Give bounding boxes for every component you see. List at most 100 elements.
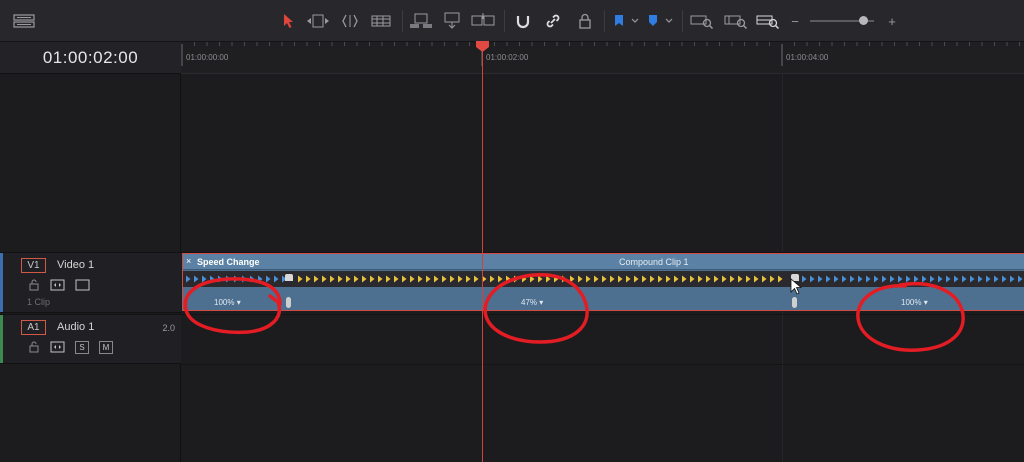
speed-arrow [578, 275, 583, 283]
speed-arrow [658, 275, 663, 283]
speed-arrow [450, 275, 455, 283]
zoom-out-button[interactable]: − [789, 11, 801, 31]
speed-arrow [706, 275, 711, 283]
speed-change-strip[interactable] [183, 271, 1024, 287]
speed-arrow [490, 275, 495, 283]
speed-arrow [562, 275, 567, 283]
speed-arrow [426, 275, 431, 283]
track-name-audio[interactable]: Audio 1 [57, 321, 94, 333]
zoom-in-button[interactable]: + [886, 11, 898, 31]
speed-arrow [938, 275, 943, 283]
speed-arrow [946, 275, 951, 283]
speed-point-pin[interactable] [286, 297, 291, 308]
speed-arrow [202, 275, 207, 283]
speed-arrow [618, 275, 623, 283]
playhead-line[interactable] [482, 42, 483, 462]
auto-track-select-icon[interactable] [50, 341, 65, 353]
speed-arrow [930, 275, 935, 283]
track-tag-v1[interactable]: V1 [21, 258, 46, 273]
speed-arrow [810, 275, 815, 283]
speed-arrow [962, 275, 967, 283]
track-tag-a1[interactable]: A1 [21, 320, 46, 335]
speed-arrow [746, 275, 751, 283]
speed-arrow [498, 275, 503, 283]
speed-arrow [370, 275, 375, 283]
speed-arrow [186, 275, 191, 283]
marker-icon[interactable] [646, 11, 676, 31]
zoom-detail-icon[interactable] [724, 11, 748, 31]
speed-arrow [642, 275, 647, 283]
speed-arrow [386, 275, 391, 283]
speed-arrow [722, 275, 727, 283]
speed-arrow [466, 275, 471, 283]
speed-arrow [410, 275, 415, 283]
speed-change-badge: Speed Change [197, 257, 260, 267]
lock-icon[interactable] [28, 279, 40, 291]
mute-button[interactable]: M [99, 340, 113, 354]
speed-value-3[interactable]: 100% ▾ [901, 298, 928, 307]
speed-arrow [666, 275, 671, 283]
overwrite-clip-icon[interactable] [441, 11, 463, 31]
timeline-ruler[interactable]: 01:00:00:00 01:00:02:00 01:00:04:00 [181, 42, 1024, 74]
speed-arrow [850, 275, 855, 283]
speed-arrow [298, 275, 303, 283]
ruler-label: 01:00:04:00 [786, 53, 829, 62]
zoom-slider-handle[interactable] [859, 16, 868, 25]
ruler-ticks [181, 42, 1020, 66]
speed-value-2[interactable]: 47% ▾ [521, 298, 543, 307]
speed-arrow [1010, 275, 1015, 283]
replace-clip-icon[interactable] [471, 11, 495, 31]
flag-icon[interactable] [612, 11, 642, 31]
speed-arrow [674, 275, 679, 283]
zoom-full-icon[interactable] [690, 11, 714, 31]
speed-arrow [354, 275, 359, 283]
speed-arrow [586, 275, 591, 283]
timecode-display[interactable]: 01:00:02:00 [0, 42, 181, 74]
speed-arrow [970, 275, 975, 283]
speed-value-1[interactable]: 100% ▾ [214, 298, 241, 307]
speed-arrow [698, 275, 703, 283]
speed-point-handle[interactable] [285, 274, 293, 281]
speed-arrow [842, 275, 847, 283]
speed-arrow [882, 275, 887, 283]
snapping-icon[interactable] [514, 11, 532, 31]
layout-icon[interactable] [12, 11, 36, 31]
speed-arrow [978, 275, 983, 283]
lock-icon[interactable] [28, 341, 40, 353]
speed-arrow [994, 275, 999, 283]
speed-arrow [906, 275, 911, 283]
selection-arrow-icon[interactable] [280, 11, 296, 31]
speed-arrow [986, 275, 991, 283]
insert-clip-icon[interactable] [409, 11, 433, 31]
blade-icon[interactable] [370, 11, 392, 31]
speed-arrow [418, 275, 423, 283]
position-lock-icon[interactable] [576, 11, 594, 31]
track-enable-icon[interactable] [75, 279, 90, 291]
speed-arrow [898, 275, 903, 283]
track-name-video[interactable]: Video 1 [57, 259, 94, 271]
solo-button[interactable]: S [75, 340, 89, 354]
speed-arrow [802, 275, 807, 283]
speed-arrow [650, 275, 655, 283]
audio-track-header[interactable]: A1 Audio 1 2.0 S M [0, 314, 181, 364]
compound-clip[interactable]: × Speed Change Compound Clip 1 100% ▾ 47… [182, 253, 1024, 311]
speed-arrow [554, 275, 559, 283]
speed-arrow [322, 275, 327, 283]
trim-edit-icon[interactable] [306, 11, 330, 31]
close-icon[interactable]: × [186, 256, 191, 266]
speed-arrow [770, 275, 775, 283]
speed-arrow [1018, 275, 1023, 283]
speed-arrow [762, 275, 767, 283]
speed-arrow [570, 275, 575, 283]
speed-arrow [834, 275, 839, 283]
speed-arrow [330, 275, 335, 283]
linked-selection-icon[interactable] [544, 11, 562, 31]
speed-arrow [1002, 275, 1007, 283]
speed-arrow [394, 275, 399, 283]
track-color-stripe [0, 315, 3, 363]
video-track-header[interactable]: V1 Video 1 1 Clip [0, 252, 181, 313]
auto-track-select-icon[interactable] [50, 279, 65, 291]
dynamic-trim-icon[interactable] [338, 11, 362, 31]
speed-arrow [458, 275, 463, 283]
zoom-custom-icon[interactable] [756, 11, 780, 31]
